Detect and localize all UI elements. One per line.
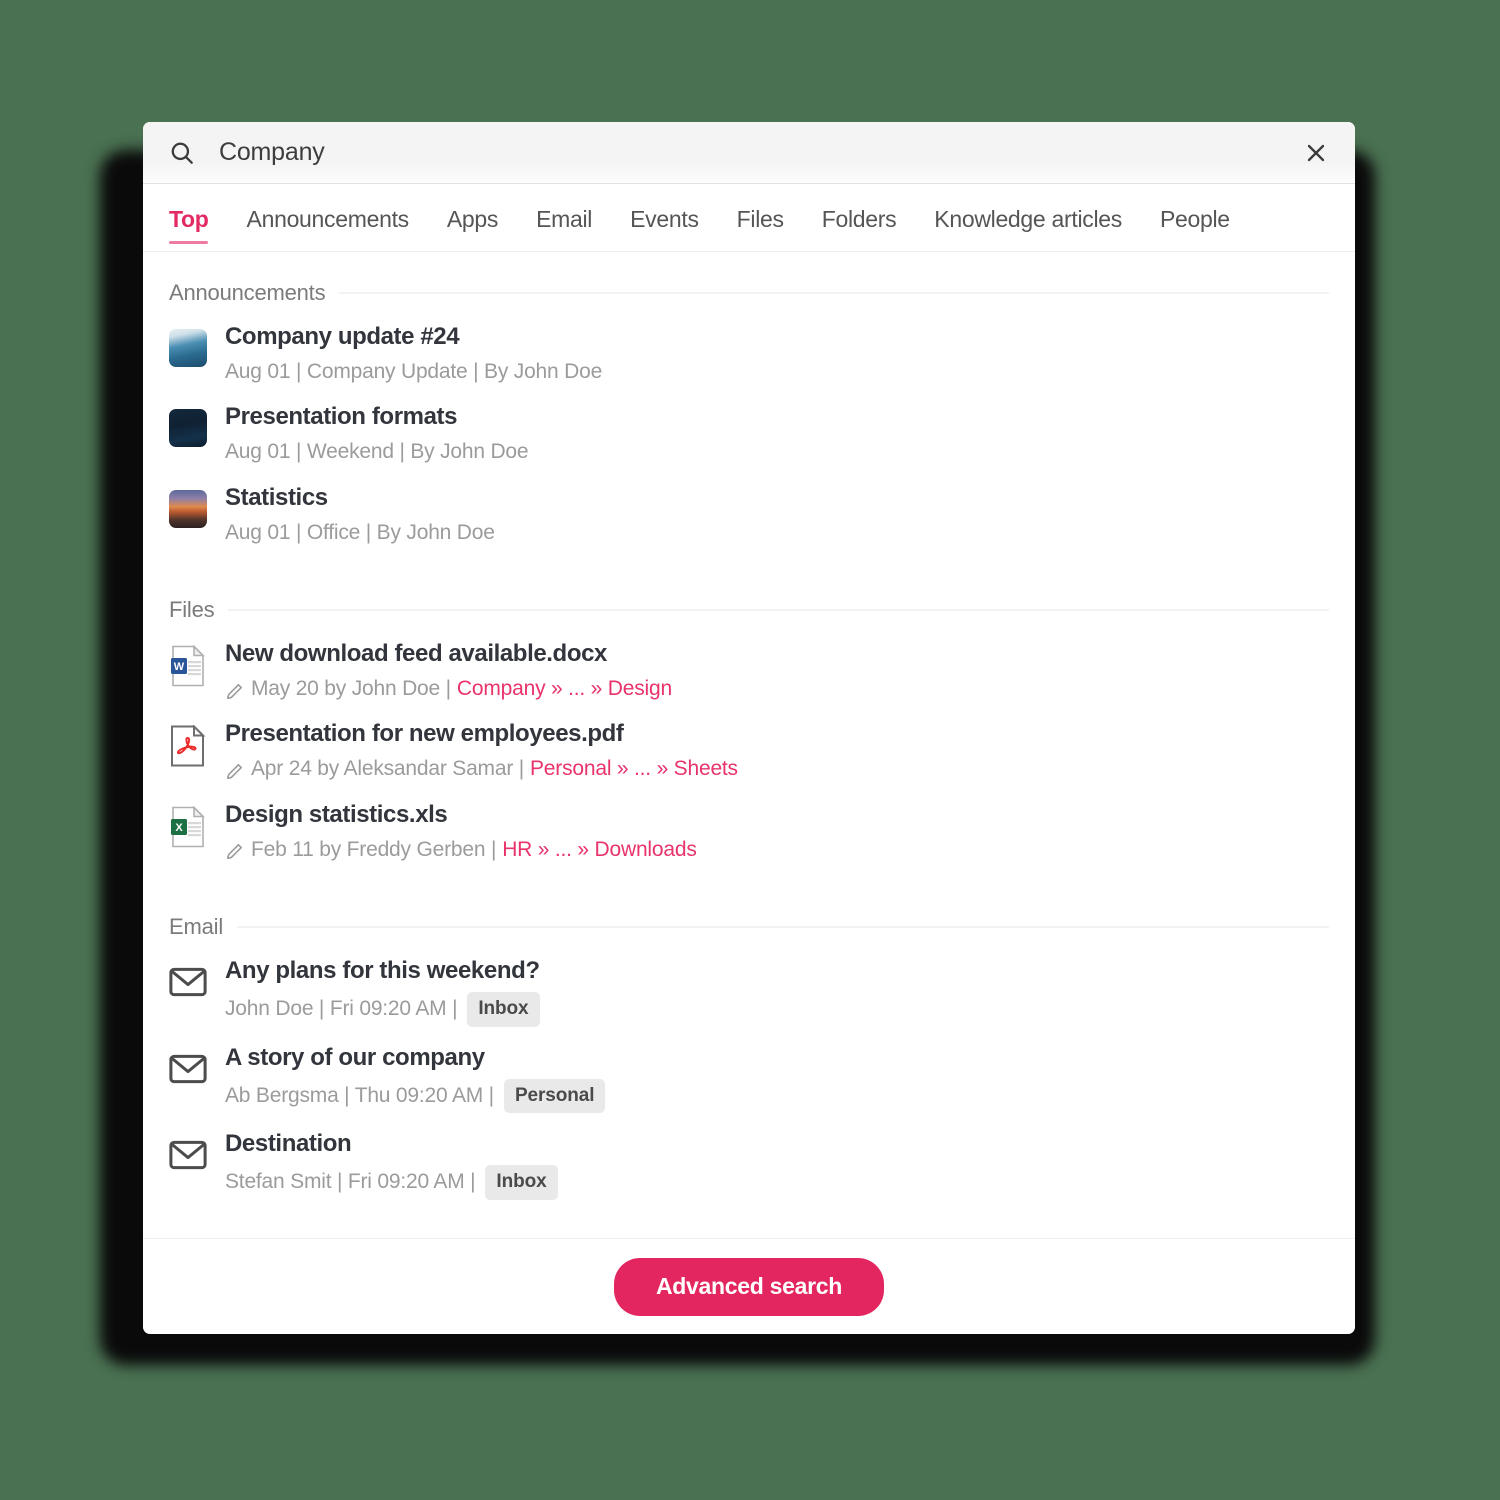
email-result-row[interactable]: Any plans for this weekend? John Doe | F… (169, 940, 1329, 1027)
tab-announcements[interactable]: Announcements (247, 206, 410, 253)
section-divider (339, 292, 1329, 294)
file-path-link[interactable]: Company » ... » Design (457, 675, 672, 703)
tab-apps[interactable]: Apps (447, 206, 499, 253)
result-meta: Aug 01 | Company Update | By John Doe (225, 360, 603, 383)
announcement-thumbnail-water (169, 329, 207, 367)
result-title: Statistics (225, 483, 328, 511)
tab-files[interactable]: Files (737, 206, 784, 253)
email-meta-text: John Doe | Fri 09:20 AM | (225, 997, 458, 1021)
announcement-thumbnail-nightsky (169, 409, 207, 448)
file-result-row[interactable]: Presentation for new employees.pdf Apr 2… (169, 703, 1329, 783)
result-title: Any plans for this weekend? (225, 957, 540, 985)
result-meta: Ab Bergsma | Thu 09:20 AM | Personal (225, 1078, 1329, 1114)
svg-text:X: X (175, 822, 183, 834)
section-files: Files W New download feed available.docx… (169, 569, 1329, 864)
advanced-search-button[interactable]: Advanced search (614, 1257, 884, 1316)
tab-email[interactable]: Email (536, 206, 592, 253)
status-badge: Inbox (467, 992, 540, 1027)
search-overlay-dialog: Top Announcements Apps Email Events File… (143, 122, 1355, 1334)
email-result-row[interactable]: Destination Stefan Smit | Fri 09:20 AM |… (169, 1113, 1329, 1200)
section-title: Email (169, 914, 224, 940)
envelope-icon (169, 1053, 207, 1091)
search-bar (143, 122, 1355, 184)
result-category-tabs: Top Announcements Apps Email Events File… (143, 184, 1355, 252)
pdf-document-icon (169, 724, 207, 767)
search-input[interactable] (219, 138, 1299, 167)
result-meta: Aug 01 | Weekend | By John Doe (225, 440, 529, 464)
pencil-icon (225, 761, 244, 780)
announcement-result-row[interactable]: Company update #24 Aug 01 | Company Upda… (169, 306, 1329, 386)
result-title: New download feed available.docx (225, 640, 607, 668)
pencil-icon (225, 841, 244, 860)
tab-events[interactable]: Events (630, 206, 699, 253)
section-title: Files (169, 597, 215, 623)
word-document-icon: W (169, 644, 207, 687)
file-result-row[interactable]: X Design statistics.xls Feb 11 by Freddy… (169, 784, 1329, 864)
email-meta-text: Ab Bergsma | Thu 09:20 AM | (225, 1083, 494, 1107)
announcement-thumbnail-sunset (169, 489, 207, 528)
file-meta-text: Apr 24 by Aleksandar Samar | (251, 757, 524, 781)
result-title: A story of our company (225, 1043, 485, 1071)
file-path-link[interactable]: HR » ... » Downloads (502, 836, 697, 864)
announcement-result-row[interactable]: Presentation formats Aug 01 | Weekend | … (169, 386, 1329, 466)
search-results-list[interactable]: Announcements Company update #24 Aug 01 … (143, 252, 1355, 1238)
status-badge: Inbox (485, 1165, 558, 1200)
result-title: Presentation for new employees.pdf (225, 720, 624, 748)
result-meta: Apr 24 by Aleksandar Samar | Personal » … (225, 755, 1329, 783)
result-meta: Feb 11 by Freddy Gerben | HR » ... » Dow… (225, 836, 1329, 864)
tab-folders[interactable]: Folders (822, 206, 897, 253)
result-meta: Aug 01 | Office | By John Doe (225, 520, 495, 544)
envelope-icon (169, 1139, 207, 1177)
email-result-row[interactable]: A story of our company Ab Bergsma | Thu … (169, 1027, 1329, 1114)
result-meta: John Doe | Fri 09:20 AM | Inbox (225, 992, 1329, 1027)
tab-people[interactable]: People (1160, 206, 1230, 253)
section-header: Files (169, 569, 1329, 623)
file-result-row[interactable]: W New download feed available.docx May 2… (169, 623, 1329, 703)
close-icon[interactable] (1299, 136, 1333, 170)
file-meta-text: Feb 11 by Freddy Gerben | (251, 837, 497, 861)
pencil-icon (225, 681, 244, 700)
result-meta: May 20 by John Doe | Company » ... » Des… (225, 675, 1329, 703)
file-path-link[interactable]: Personal » ... » Sheets (530, 755, 738, 783)
result-title: Destination (225, 1130, 352, 1158)
section-header: Email (169, 886, 1329, 940)
file-meta-text: May 20 by John Doe | (251, 677, 451, 701)
tab-knowledge-articles[interactable]: Knowledge articles (934, 206, 1122, 253)
result-title: Design statistics.xls (225, 800, 448, 828)
result-title: Presentation formats (225, 403, 458, 431)
dialog-footer: Advanced search (143, 1238, 1355, 1334)
envelope-icon (169, 966, 207, 1004)
tab-top[interactable]: Top (169, 206, 209, 253)
section-email: Email Any plans for this weekend? John D… (169, 886, 1329, 1200)
search-icon (169, 140, 195, 166)
status-badge: Personal (503, 1078, 606, 1114)
section-divider (228, 609, 1329, 612)
svg-text:W: W (174, 661, 185, 673)
excel-document-icon: X (169, 805, 207, 848)
email-meta-text: Stefan Smit | Fri 09:20 AM | (225, 1170, 476, 1194)
announcement-result-row[interactable]: Statistics Aug 01 | Office | By John Doe (169, 467, 1329, 547)
result-title: Company update #24 (225, 323, 460, 350)
section-title: Announcements (169, 280, 326, 305)
section-header: Announcements (169, 252, 1329, 306)
result-meta: Stefan Smit | Fri 09:20 AM | Inbox (225, 1165, 1329, 1200)
section-announcements: Announcements Company update #24 Aug 01 … (169, 252, 1329, 547)
section-divider (237, 926, 1329, 929)
